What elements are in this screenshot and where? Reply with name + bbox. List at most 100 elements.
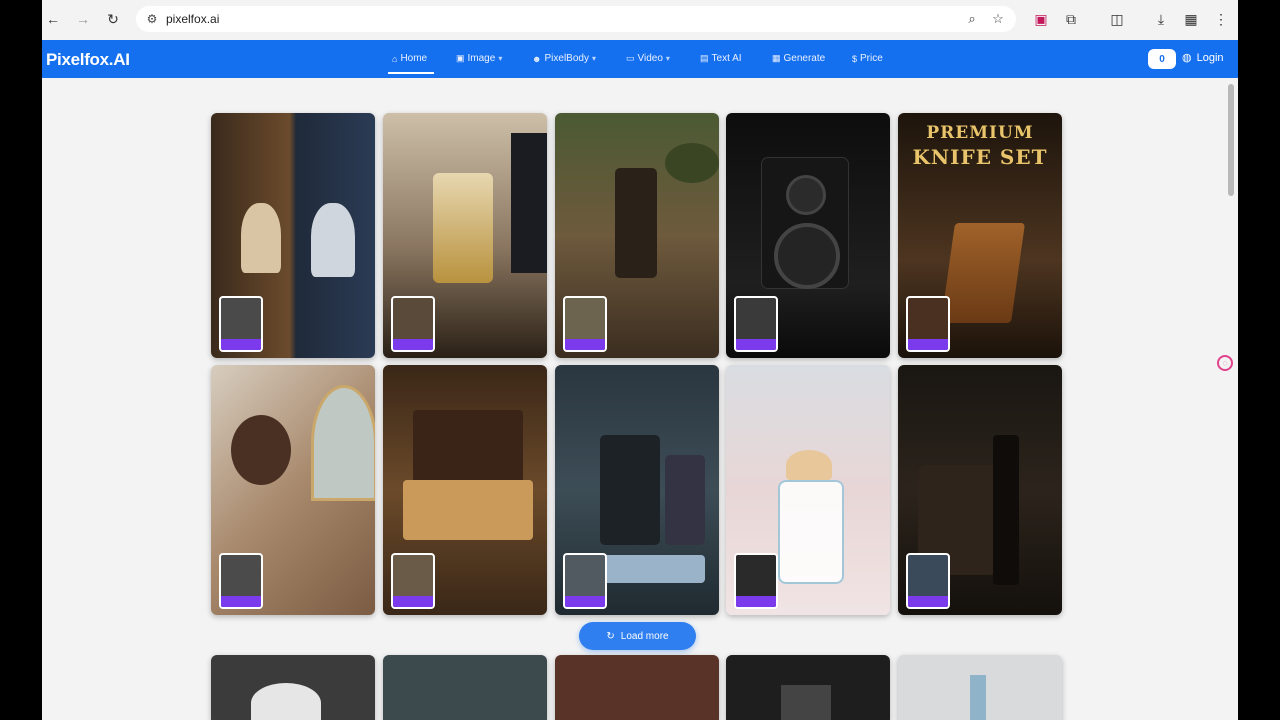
- forward-icon[interactable]: →: [74, 10, 92, 28]
- site-header: Pixelfox.AI ⌂ Home ▣ Image ▾ ☻ PixelBody…: [42, 40, 1238, 78]
- nav-generate[interactable]: ▦ Generate: [772, 53, 825, 64]
- card-thumbnail[interactable]: [563, 553, 607, 609]
- thumbnail-label: [908, 596, 948, 607]
- site-info-icon[interactable]: ⚙: [144, 11, 160, 27]
- plant-shape: [665, 143, 719, 183]
- gallery-card-partial[interactable]: [726, 655, 890, 720]
- chevron-down-icon: ▾: [665, 54, 670, 63]
- gallery-card-speaker[interactable]: [726, 113, 890, 358]
- login-button[interactable]: ◍ Login: [1182, 51, 1224, 65]
- thumbnail-label: [221, 596, 261, 607]
- nav-pixelbody-label: PixelBody: [544, 53, 589, 64]
- chevron-down-icon: ▾: [498, 54, 503, 63]
- menu-icon[interactable]: ⋮: [1212, 10, 1230, 28]
- bottle-shape: [993, 435, 1019, 585]
- product-shape: [970, 675, 986, 720]
- download-icon[interactable]: ⤓: [1152, 10, 1170, 28]
- nav-text-ai[interactable]: ▤ Text AI: [700, 53, 742, 64]
- credits-badge[interactable]: 0: [1148, 49, 1176, 69]
- gallery-card-partial[interactable]: [383, 655, 547, 720]
- nav-video-label: Video: [637, 53, 663, 64]
- card-thumbnail[interactable]: [734, 296, 778, 352]
- star-icon[interactable]: ☆: [990, 11, 1006, 27]
- herbal-bottle-shape: [615, 168, 657, 278]
- card-thumbnail[interactable]: [219, 553, 263, 609]
- active-nav-indicator: [388, 72, 434, 74]
- gallery-card-partial[interactable]: [555, 655, 719, 720]
- thumbnail-label: [393, 596, 433, 607]
- gallery-card-herbal[interactable]: [555, 113, 719, 358]
- price-icon: $: [852, 53, 858, 64]
- url-text[interactable]: pixelfox.ai: [166, 12, 219, 26]
- site-logo[interactable]: Pixelfox.AI: [46, 50, 130, 70]
- gallery-card-statues[interactable]: [211, 113, 375, 358]
- reload-icon[interactable]: ↻: [104, 10, 122, 28]
- card-thumbnail[interactable]: [906, 553, 950, 609]
- back-icon[interactable]: ←: [44, 10, 62, 28]
- nav-price-label: Price: [860, 53, 883, 64]
- box-tray-shape: [403, 480, 533, 540]
- baby-bottle-shape: [778, 480, 844, 584]
- browser-toolbar: ← → ↻ ⚙ pixelfox.ai ⌕ ☆ ▣ ⧉ ◫ ⤓ ▦ ⋮: [42, 0, 1238, 40]
- box-lid-shape: [413, 410, 523, 490]
- gallery-card-perfume[interactable]: [383, 113, 547, 358]
- statue-shape: [311, 203, 355, 277]
- image-icon: ▣: [456, 53, 465, 63]
- split-view-icon[interactable]: ◫: [1108, 10, 1126, 28]
- load-more-button[interactable]: ↻ Load more: [579, 622, 696, 650]
- supplement-jar-shape: [600, 435, 660, 545]
- woman-hair-shape: [231, 415, 291, 485]
- gallery-card-dark-bottles[interactable]: [898, 365, 1062, 615]
- nav-pixelbody[interactable]: ☻ PixelBody ▾: [532, 53, 596, 64]
- supplement-jar-shape: [665, 455, 705, 545]
- gallery-card-skincare-woman[interactable]: [211, 365, 375, 615]
- gallery-card-gift-box[interactable]: [383, 365, 547, 615]
- tweeter-shape: [786, 175, 826, 215]
- premium-title: PREMIUM: [926, 123, 1034, 143]
- perfume-box-shape: [511, 133, 547, 273]
- nav-price[interactable]: $ Price: [852, 53, 883, 64]
- nav-home[interactable]: ⌂ Home: [392, 53, 427, 64]
- body-icon: ☻: [532, 53, 542, 64]
- login-label: Login: [1196, 51, 1224, 64]
- bottle-nipple-shape: [786, 450, 832, 480]
- product-shape: [781, 685, 831, 720]
- generate-icon: ▦: [772, 53, 781, 63]
- zoom-icon[interactable]: ⌕: [964, 11, 980, 27]
- card-thumbnail[interactable]: [391, 296, 435, 352]
- knife-block-shape: [940, 223, 1026, 323]
- nav-image[interactable]: ▣ Image ▾: [456, 53, 502, 64]
- statue-shape: [241, 203, 281, 273]
- thumbnail-label: [736, 596, 776, 607]
- page-scrollbar[interactable]: [1228, 84, 1234, 196]
- gallery-card-partial[interactable]: [898, 655, 1062, 720]
- thumbnail-label: [908, 339, 948, 350]
- sidebar-icon[interactable]: ▦: [1182, 10, 1200, 28]
- thumbnail-label: [221, 339, 261, 350]
- gallery-card-supplements[interactable]: [555, 365, 719, 615]
- perfume-bottle-shape: [433, 173, 493, 283]
- nav-generate-label: Generate: [783, 53, 826, 64]
- load-more-label: Load more: [620, 630, 669, 642]
- thumbnail-label: [736, 339, 776, 350]
- card-thumbnail[interactable]: [563, 296, 607, 352]
- home-icon: ⌂: [392, 53, 398, 64]
- extension-icon[interactable]: ▣: [1032, 10, 1050, 28]
- knife-set-title: KNIFE SET: [912, 145, 1048, 169]
- product-shape: [251, 683, 321, 720]
- gallery-card-partial[interactable]: [211, 655, 375, 720]
- puzzle-icon[interactable]: ⧉: [1062, 10, 1080, 28]
- nav-video[interactable]: ▭ Video ▾: [626, 53, 670, 64]
- gallery-card-knife-set[interactable]: PREMIUM KNIFE SET: [898, 113, 1062, 358]
- thumbnail-label: [565, 596, 605, 607]
- address-bar[interactable]: ⚙ pixelfox.ai ⌕ ☆: [136, 6, 1016, 32]
- card-thumbnail[interactable]: [219, 296, 263, 352]
- nav-image-label: Image: [467, 53, 496, 64]
- card-thumbnail[interactable]: [391, 553, 435, 609]
- mirror-shape: [311, 385, 375, 501]
- feedback-widget-icon[interactable]: ◌: [1217, 355, 1233, 371]
- card-thumbnail[interactable]: [906, 296, 950, 352]
- gallery-card-baby-bottle[interactable]: [726, 365, 890, 615]
- nav-home-label: Home: [400, 53, 428, 64]
- card-thumbnail[interactable]: [734, 553, 778, 609]
